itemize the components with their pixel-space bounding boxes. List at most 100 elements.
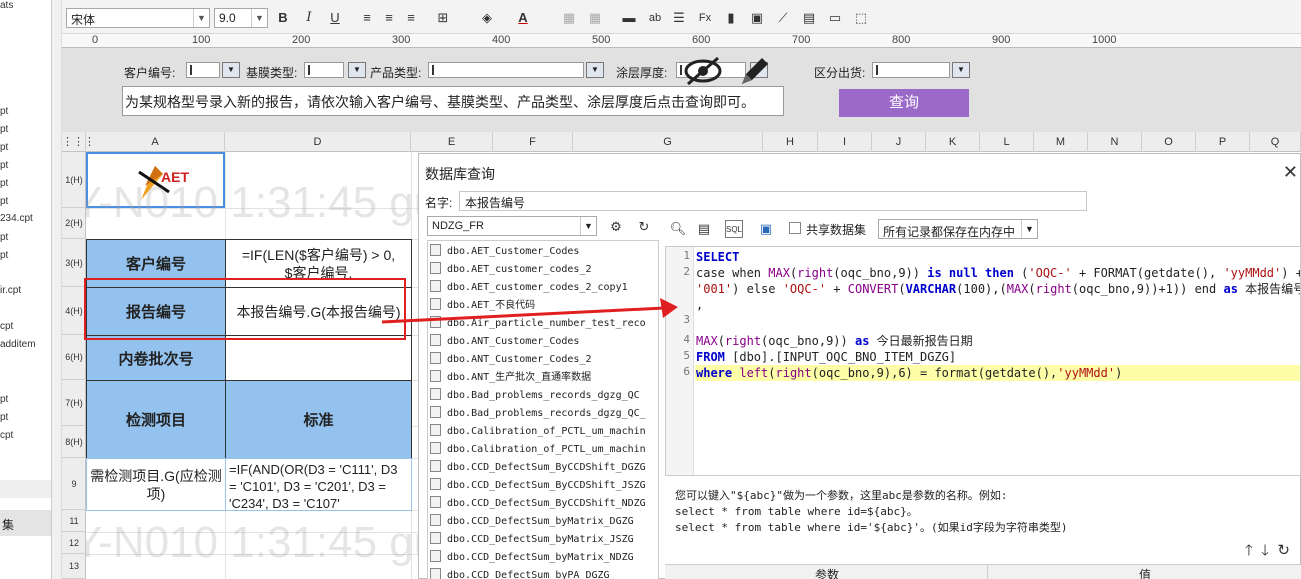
file-item[interactable]: pt xyxy=(0,106,8,117)
align-right-icon[interactable]: ≡ xyxy=(402,9,420,27)
table-list-item[interactable]: dbo.CCD_DefectSum_ByCCDShift_NDZG xyxy=(430,495,646,513)
shipment-zone-dropdown[interactable]: ▼ xyxy=(952,62,970,78)
arrow-down-icon[interactable]: 🡓 xyxy=(1261,542,1269,559)
font-family-select[interactable]: 宋体 ▼ xyxy=(66,8,210,28)
customer-code-input[interactable] xyxy=(186,62,220,78)
table-list-item[interactable]: dbo.CCD_DefectSum_byMatrix_JSZG xyxy=(430,531,634,549)
font-color-icon[interactable]: A xyxy=(514,9,532,27)
value-column-header[interactable]: 值 xyxy=(1139,566,1151,579)
table-list-item[interactable]: dbo.CCD_DefectSum_ByCCDShift_JSZG xyxy=(430,477,646,495)
table-list-item[interactable]: dbo.ANT_Customer_Codes_2 xyxy=(430,351,592,369)
dataset-name-input[interactable]: 本报告编号 xyxy=(459,191,1087,211)
slash-icon[interactable]: ⟋ xyxy=(774,9,792,27)
row-header[interactable]: 12 xyxy=(62,532,86,554)
standard-header-cell[interactable]: 标准 xyxy=(225,380,412,459)
sql-editor[interactable]: 1 2 3 4 5 6 SELECT case when MAX(right(o… xyxy=(665,246,1301,476)
panel-divider[interactable] xyxy=(0,480,51,498)
file-item[interactable]: 234.cpt xyxy=(0,213,33,224)
column-header[interactable]: K xyxy=(926,132,980,152)
customer-code-dropdown[interactable]: ▼ xyxy=(222,62,240,78)
row-header[interactable]: 9 xyxy=(62,458,86,510)
subreport-icon[interactable]: ▤ xyxy=(800,9,818,27)
column-header[interactable]: O xyxy=(1142,132,1196,152)
table-list-item[interactable]: dbo.Calibration_of_PCTL_um_machin xyxy=(430,441,646,459)
column-header[interactable]: I xyxy=(818,132,872,152)
row-header[interactable]: 4(H) xyxy=(62,287,86,335)
align-center-icon[interactable]: ≡ xyxy=(380,9,398,27)
standard-formula-cell[interactable]: =IF(AND(OR(D3 = 'C111', D3 = 'C101', D3 … xyxy=(225,458,412,511)
preview-icon[interactable]: 🔍︎ xyxy=(669,220,687,238)
connection-settings-icon[interactable]: ⚙ xyxy=(607,218,625,236)
italic-button[interactable]: I xyxy=(300,9,318,27)
chevron-down-icon[interactable]: ▼ xyxy=(251,9,267,27)
file-item[interactable]: pt xyxy=(0,124,8,135)
report-grid[interactable]: AET 客户编号 =IF(LEN($客户编号) > 0, $客户编号, 报告编号… xyxy=(86,152,426,579)
close-icon[interactable]: ✕ xyxy=(1283,162,1298,183)
dataset-tab[interactable]: 集 xyxy=(0,510,51,536)
product-type-dropdown[interactable]: ▼ xyxy=(586,62,604,78)
row-header[interactable]: 6(H) xyxy=(62,335,86,380)
inner-batch-header-cell[interactable]: 内卷批次号 xyxy=(86,335,226,381)
chevron-down-icon[interactable]: ▼ xyxy=(193,9,209,27)
row-header[interactable]: 1(H) xyxy=(62,152,86,208)
substrate-type-dropdown[interactable]: ▼ xyxy=(348,62,366,78)
inner-batch-value-cell[interactable] xyxy=(225,335,412,381)
page-icon[interactable]: ▤ xyxy=(695,220,713,238)
table-list-item[interactable]: dbo.AET_Customer_Codes xyxy=(430,243,579,261)
border-icon[interactable]: ⊞ xyxy=(434,9,452,27)
column-header[interactable]: F xyxy=(493,132,573,152)
test-item-formula-cell[interactable]: 需检测项目.G(应检测项) xyxy=(86,458,226,511)
table-list-item[interactable]: dbo.ANT_生产批次_直通率数据 xyxy=(430,369,591,387)
table-list-item[interactable]: dbo.AET_customer_codes_2 xyxy=(430,261,592,279)
row-header[interactable]: 3(H) xyxy=(62,239,86,287)
refresh-icon[interactable]: ↻ xyxy=(635,218,653,236)
align-left-icon[interactable]: ≡ xyxy=(358,9,376,27)
column-header[interactable]: N xyxy=(1088,132,1142,152)
bold-button[interactable]: B xyxy=(274,9,292,27)
column-header[interactable]: Q xyxy=(1250,132,1301,152)
paragraph-icon[interactable]: ☰ xyxy=(670,9,688,27)
save-icon[interactable]: ▣ xyxy=(757,220,775,238)
sql-icon[interactable]: SQL xyxy=(725,220,743,238)
eye-hidden-icon[interactable] xyxy=(682,54,724,88)
merge-cells-icon[interactable]: ▦ xyxy=(560,9,578,27)
table-list-item[interactable]: dbo.Bad_problems_records_dgzg_QC_ xyxy=(430,405,646,423)
widget-icon[interactable]: ▭ xyxy=(826,9,844,27)
fill-color-icon[interactable]: ◈ xyxy=(478,9,496,27)
column-header[interactable]: E xyxy=(411,132,493,152)
column-header[interactable]: M xyxy=(1034,132,1088,152)
substrate-type-input[interactable] xyxy=(304,62,344,78)
table-list-item[interactable]: dbo.CCD_DefectSum_ByCCDShift_DGZG xyxy=(430,459,646,477)
column-header[interactable]: P xyxy=(1196,132,1250,152)
chevron-down-icon[interactable]: ▼ xyxy=(1021,220,1037,238)
row-header[interactable]: 8(H) xyxy=(62,426,86,458)
file-item[interactable]: pt xyxy=(0,412,8,423)
cache-mode-select[interactable]: 所有记录都保存在内存中 ▼ xyxy=(878,219,1038,239)
column-header[interactable]: J xyxy=(872,132,926,152)
table-list-item[interactable]: dbo.CCD_DefectSum_byPA_DGZG xyxy=(430,567,610,579)
row-header[interactable]: 7(H) xyxy=(62,380,86,426)
column-header[interactable]: A xyxy=(86,132,225,152)
formula-icon[interactable]: Fx xyxy=(696,9,714,27)
split-cells-icon[interactable]: ▦ xyxy=(586,9,604,27)
table-list-item[interactable]: dbo.Calibration_of_PCTL_um_machin xyxy=(430,423,646,441)
file-item[interactable]: pt xyxy=(0,232,8,243)
insert-row-icon[interactable]: ▬ xyxy=(620,9,638,27)
file-item[interactable]: cpt xyxy=(0,321,13,332)
column-header[interactable]: D xyxy=(225,132,411,152)
column-header[interactable]: G xyxy=(573,132,763,152)
table-list-item[interactable]: dbo.CCD_DefectSum_byMatrix_DGZG xyxy=(430,513,634,531)
arrow-up-icon[interactable]: 🡑 xyxy=(1245,542,1253,559)
left-panel-scrollbar[interactable] xyxy=(52,0,62,579)
row-header[interactable]: 11 xyxy=(62,510,86,532)
logo-cell[interactable]: AET xyxy=(86,152,225,208)
pencil-edit-icon[interactable] xyxy=(736,54,772,88)
table-list-item[interactable]: dbo.Bad_problems_records_dgzg_QC xyxy=(430,387,640,405)
column-header[interactable]: L xyxy=(980,132,1034,152)
refresh-params-icon[interactable]: ↻ xyxy=(1277,542,1290,559)
file-item[interactable]: ir.cpt xyxy=(0,285,21,296)
column-header[interactable]: H xyxy=(763,132,818,152)
database-connection-select[interactable]: NDZG_FR ▼ xyxy=(427,216,597,236)
chart-icon[interactable]: ▮ xyxy=(722,9,740,27)
select-all-corner[interactable]: ⋮⋮⋮ xyxy=(62,132,95,152)
